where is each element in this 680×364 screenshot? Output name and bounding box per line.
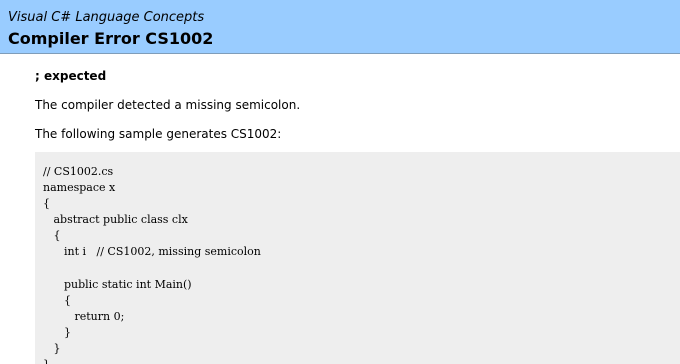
sample-intro-text: The following sample generates CS1002: [35,127,282,141]
code-sample-block: // CS1002.cs namespace x { abstract publ… [35,152,680,364]
help-page: Visual C# Language Concepts Compiler Err… [0,0,680,364]
code-sample: // CS1002.cs namespace x { abstract publ… [43,165,261,364]
page-title: Compiler Error CS1002 [8,29,214,48]
section-heading: ; expected [35,69,107,83]
banner-subtitle: Visual C# Language Concepts [8,10,205,25]
title-banner: Visual C# Language Concepts Compiler Err… [0,0,680,54]
description-text: The compiler detected a missing semicolo… [35,98,301,112]
